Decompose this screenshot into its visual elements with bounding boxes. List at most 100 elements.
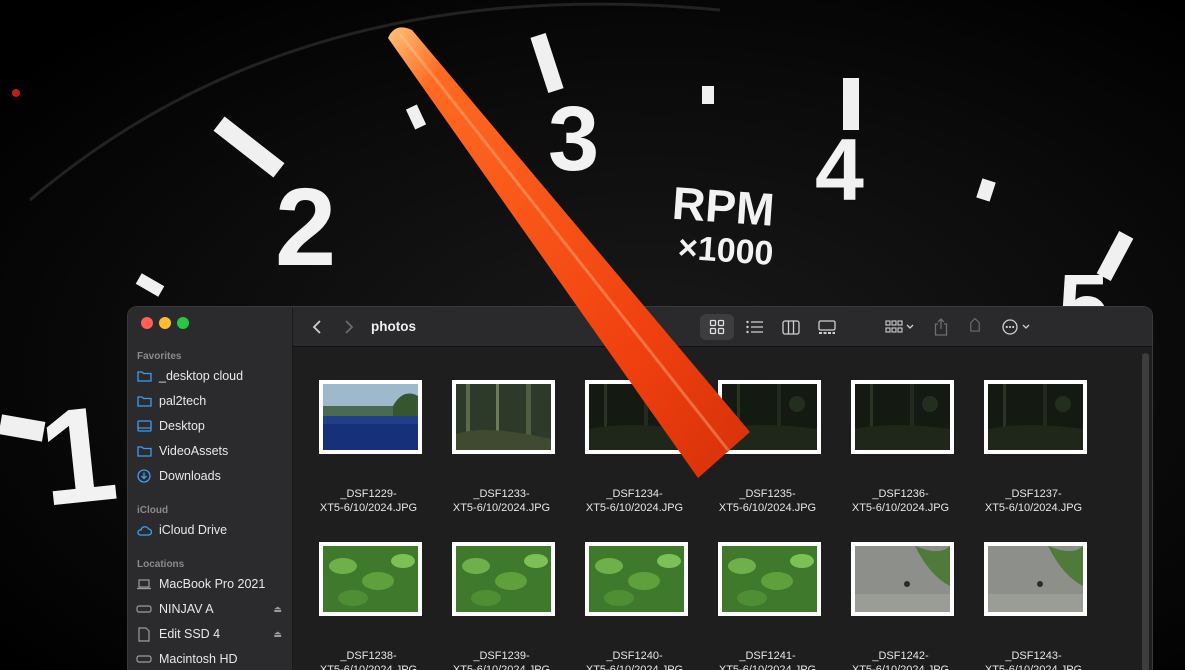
file-thumbnail[interactable] xyxy=(984,380,1087,454)
file-name-line2: XT5-6/10/2024.JPG xyxy=(851,664,950,670)
file-thumbnail[interactable] xyxy=(452,542,555,616)
file-item[interactable]: _DSF1237- XT5-6/10/2024.JPG xyxy=(967,380,1100,530)
file-thumbnail[interactable] xyxy=(851,380,954,454)
minimize-window-button[interactable] xyxy=(159,317,171,329)
sidebar-item-label: VideoAssets xyxy=(159,444,229,458)
cloud-icon xyxy=(136,522,152,538)
document-icon xyxy=(136,626,152,642)
file-name: _DSF1236- XT5-6/10/2024.JPG xyxy=(834,487,967,515)
sidebar-item-edit-ssd-4[interactable]: Edit SSD 4 ⏏ xyxy=(136,623,286,645)
favorites-header: Favorites xyxy=(137,351,182,362)
file-thumbnail[interactable] xyxy=(585,380,688,454)
finder-window: Favorites _desktop cloud pal2tech Deskto… xyxy=(127,306,1153,670)
file-item[interactable]: _DSF1242- XT5-6/10/2024.JPG xyxy=(834,542,967,670)
file-item[interactable]: _DSF1243- XT5-6/10/2024.JPG xyxy=(967,542,1100,670)
sidebar-item-desktop[interactable]: Desktop xyxy=(136,415,286,437)
file-item[interactable]: _DSF1238- XT5-6/10/2024.JPG xyxy=(302,542,435,670)
file-name-line1: _DSF1237- xyxy=(1005,488,1062,500)
tag-icon xyxy=(970,318,980,332)
back-button[interactable] xyxy=(307,314,327,340)
file-name-line1: _DSF1234- xyxy=(606,488,663,500)
folder-icon xyxy=(136,443,152,459)
sidebar-item-downloads[interactable]: Downloads xyxy=(136,465,286,487)
file-thumbnail[interactable] xyxy=(319,380,422,454)
file-thumbnail[interactable] xyxy=(319,542,422,616)
file-item[interactable]: _DSF1235- XT5-6/10/2024.JPG xyxy=(701,380,834,530)
file-name-line1: _DSF1233- xyxy=(473,488,530,500)
file-name: _DSF1237- XT5-6/10/2024.JPG xyxy=(967,487,1100,515)
locations-header: Locations xyxy=(137,559,185,570)
file-name: _DSF1242- XT5-6/10/2024.JPG xyxy=(834,649,967,670)
file-item[interactable]: _DSF1236- XT5-6/10/2024.JPG xyxy=(834,380,967,530)
column-view-button[interactable] xyxy=(774,314,808,340)
file-name-line2: XT5-6/10/2024.JPG xyxy=(984,502,1083,514)
file-name: _DSF1234- XT5-6/10/2024.JPG xyxy=(568,487,701,515)
share-button[interactable] xyxy=(929,314,953,340)
icon-view-button[interactable] xyxy=(700,314,734,340)
ellipsis-circle-icon xyxy=(1002,319,1030,335)
file-thumbnail[interactable] xyxy=(718,380,821,454)
group-by-button[interactable] xyxy=(881,314,919,340)
gallery-icon xyxy=(818,319,836,334)
forward-button[interactable] xyxy=(339,314,359,340)
list-view-button[interactable] xyxy=(738,314,772,340)
tags-button[interactable] xyxy=(963,314,987,340)
sidebar-item-icloud-drive[interactable]: iCloud Drive xyxy=(136,519,286,541)
drive-icon xyxy=(136,651,152,667)
gauge-number-4: 4 xyxy=(815,120,864,219)
chevron-left-icon xyxy=(312,320,321,334)
eject-icon[interactable]: ⏏ xyxy=(273,604,282,615)
multiplier-label: ×1000 xyxy=(677,228,775,273)
file-item[interactable]: _DSF1234- XT5-6/10/2024.JPG xyxy=(568,380,701,530)
file-name: _DSF1243- XT5-6/10/2024.JPG xyxy=(967,649,1100,670)
file-name-line1: _DSF1238- xyxy=(340,650,397,662)
file-thumbnail[interactable] xyxy=(585,542,688,616)
drive-icon xyxy=(136,601,152,617)
sidebar-item-label: _desktop cloud xyxy=(159,369,244,383)
file-thumbnail[interactable] xyxy=(718,542,821,616)
zoom-window-button[interactable] xyxy=(177,317,189,329)
file-name: _DSF1235- XT5-6/10/2024.JPG xyxy=(701,487,834,515)
file-name-line1: _DSF1239- xyxy=(473,650,530,662)
sidebar-item-label: Macintosh HD xyxy=(159,652,238,666)
file-thumbnail[interactable] xyxy=(452,380,555,454)
toolbar: photos xyxy=(293,307,1152,347)
download-icon xyxy=(136,468,152,484)
sidebar-item-videoassets[interactable]: VideoAssets xyxy=(136,440,286,462)
gauge-number-2: 2 xyxy=(275,166,336,289)
sidebar-item-desktop-cloud[interactable]: _desktop cloud xyxy=(136,365,286,387)
sidebar-item-macbook-pro[interactable]: MacBook Pro 2021 xyxy=(136,573,286,595)
sidebar-item-ninjav-a[interactable]: NINJAV A ⏏ xyxy=(136,598,286,620)
warning-light xyxy=(12,89,20,97)
file-item[interactable]: _DSF1239- XT5-6/10/2024.JPG xyxy=(435,542,568,670)
file-thumbnail[interactable] xyxy=(851,542,954,616)
file-name-line1: _DSF1236- xyxy=(872,488,929,500)
vertical-scrollbar[interactable] xyxy=(1142,353,1149,670)
grid-icon xyxy=(709,319,725,335)
columns-icon xyxy=(782,319,800,335)
sidebar-item-pal2tech[interactable]: pal2tech xyxy=(136,390,286,412)
sidebar-item-label: Downloads xyxy=(159,469,221,483)
file-name-line2: XT5-6/10/2024.JPG xyxy=(585,664,684,670)
file-thumbnail[interactable] xyxy=(984,542,1087,616)
sidebar-item-macintosh-hd[interactable]: Macintosh HD xyxy=(136,648,286,670)
eject-icon[interactable]: ⏏ xyxy=(273,629,282,640)
file-name-line1: _DSF1235- xyxy=(739,488,796,500)
desktop-icon xyxy=(136,418,152,434)
file-item[interactable]: _DSF1233- XT5-6/10/2024.JPG xyxy=(435,380,568,530)
share-icon xyxy=(934,318,948,336)
sidebar-item-label: pal2tech xyxy=(159,394,207,408)
file-name-line2: XT5-6/10/2024.JPG xyxy=(984,664,1083,670)
file-name: _DSF1239- XT5-6/10/2024.JPG xyxy=(435,649,568,670)
file-name-line1: _DSF1243- xyxy=(1005,650,1062,662)
more-actions-button[interactable] xyxy=(999,314,1035,340)
file-item[interactable]: _DSF1229- XT5-6/10/2024.JPG xyxy=(302,380,435,530)
sidebar-item-label: MacBook Pro 2021 xyxy=(159,577,266,591)
gallery-view-button[interactable] xyxy=(810,314,844,340)
list-icon xyxy=(746,320,763,334)
window-title: photos xyxy=(371,319,416,334)
file-item[interactable]: _DSF1240- XT5-6/10/2024.JPG xyxy=(568,542,701,670)
file-item[interactable]: _DSF1241- XT5-6/10/2024.JPG xyxy=(701,542,834,670)
close-window-button[interactable] xyxy=(141,317,153,329)
chevron-right-icon xyxy=(345,320,354,334)
